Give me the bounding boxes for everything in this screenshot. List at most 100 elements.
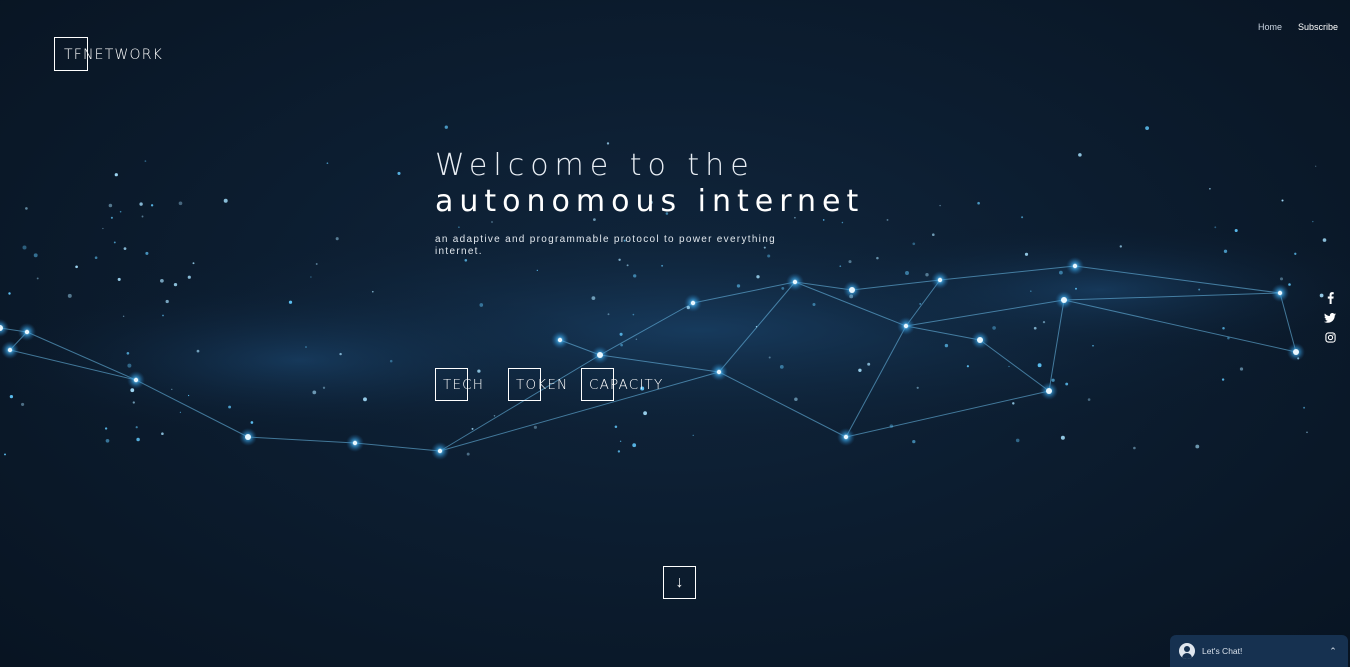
particle	[1030, 290, 1032, 292]
particle	[363, 397, 367, 402]
user-avatar-icon	[1179, 643, 1195, 659]
particle	[686, 305, 690, 310]
particle	[1319, 293, 1324, 298]
tech-label: TECH	[443, 377, 485, 393]
particle	[849, 294, 854, 299]
particle	[661, 264, 664, 267]
particle	[643, 411, 648, 416]
particle	[736, 284, 741, 288]
particle	[614, 425, 618, 429]
particle	[94, 256, 98, 260]
chat-label: Let's Chat!	[1202, 646, 1243, 656]
network-node	[1072, 263, 1078, 269]
logo-text: TFNETWORK	[64, 47, 164, 63]
particle	[794, 397, 798, 402]
top-nav: Home Subscribe	[1258, 22, 1338, 32]
particle	[145, 251, 149, 255]
token-link[interactable]: TOKEN	[508, 368, 568, 402]
nav-subscribe[interactable]: Subscribe	[1298, 22, 1338, 32]
network-node	[903, 323, 909, 329]
particle	[102, 227, 104, 230]
particle	[122, 315, 125, 318]
particle	[33, 253, 38, 258]
particle	[1042, 320, 1046, 324]
particle	[768, 356, 771, 359]
particle	[977, 201, 980, 205]
nav-home[interactable]: Home	[1258, 22, 1282, 32]
particle	[1008, 365, 1010, 368]
particle	[779, 365, 784, 369]
particle	[117, 277, 121, 281]
particle	[839, 265, 842, 268]
network-edge	[354, 442, 441, 452]
particle	[889, 424, 894, 428]
tech-link[interactable]: TECH	[435, 368, 484, 402]
particle	[1075, 287, 1077, 290]
hero-subtitle: an adaptive and programmable protocol to…	[435, 234, 776, 257]
particle	[607, 313, 610, 316]
particle	[110, 216, 113, 219]
particle	[756, 275, 760, 279]
particle	[339, 352, 342, 356]
particle	[1303, 406, 1306, 409]
particle	[196, 349, 200, 353]
particle	[228, 405, 232, 409]
particle	[1021, 216, 1024, 219]
particle	[136, 437, 140, 442]
particle	[1209, 187, 1211, 190]
particle	[123, 247, 127, 250]
brand-logo[interactable]: TFNETWORK	[54, 37, 163, 73]
particle	[925, 273, 929, 277]
network-node	[1277, 290, 1283, 296]
particle	[312, 390, 317, 395]
particle	[632, 313, 635, 316]
particle	[1198, 288, 1201, 291]
particle	[67, 293, 72, 298]
particle	[916, 386, 919, 389]
particle	[21, 402, 25, 406]
facebook-icon[interactable]	[1324, 291, 1336, 304]
particle	[1133, 446, 1136, 450]
particle	[781, 287, 785, 290]
particle	[389, 359, 393, 363]
particle	[1297, 357, 1300, 360]
particle	[397, 171, 401, 175]
network-node	[133, 377, 139, 383]
particle	[162, 314, 164, 317]
particle	[876, 256, 879, 260]
particle	[288, 300, 293, 304]
particle	[755, 326, 758, 328]
particle	[4, 453, 6, 456]
network-node	[7, 347, 13, 353]
hero: Welcome to the autonomous internet an ad…	[435, 148, 864, 258]
particle	[1279, 277, 1284, 281]
network-node	[690, 300, 696, 306]
particle	[905, 271, 909, 275]
particle	[1281, 199, 1284, 202]
particle	[178, 201, 183, 206]
particle	[635, 338, 638, 341]
particle	[114, 173, 118, 177]
particle	[1059, 270, 1063, 275]
network-node	[557, 337, 563, 343]
particle	[633, 274, 637, 278]
chevron-up-icon[interactable]: ⌃	[1324, 646, 1342, 657]
particle	[1015, 438, 1020, 443]
particle	[22, 245, 27, 250]
particle	[867, 362, 871, 366]
particle	[992, 326, 996, 330]
instagram-icon[interactable]	[1324, 331, 1336, 344]
particle	[105, 438, 110, 443]
scroll-down-button[interactable]: ↓	[663, 566, 696, 599]
particle	[187, 275, 191, 279]
particle	[179, 411, 181, 413]
particle	[127, 363, 132, 368]
particle	[1306, 431, 1308, 434]
particle	[1288, 283, 1291, 286]
chat-widget[interactable]: Let's Chat! ⌃	[1170, 635, 1348, 667]
particle	[132, 401, 135, 404]
twitter-icon[interactable]	[1324, 311, 1336, 324]
particle	[165, 299, 169, 304]
particle	[305, 346, 307, 348]
capacity-link[interactable]: CAPACITY	[581, 368, 663, 402]
